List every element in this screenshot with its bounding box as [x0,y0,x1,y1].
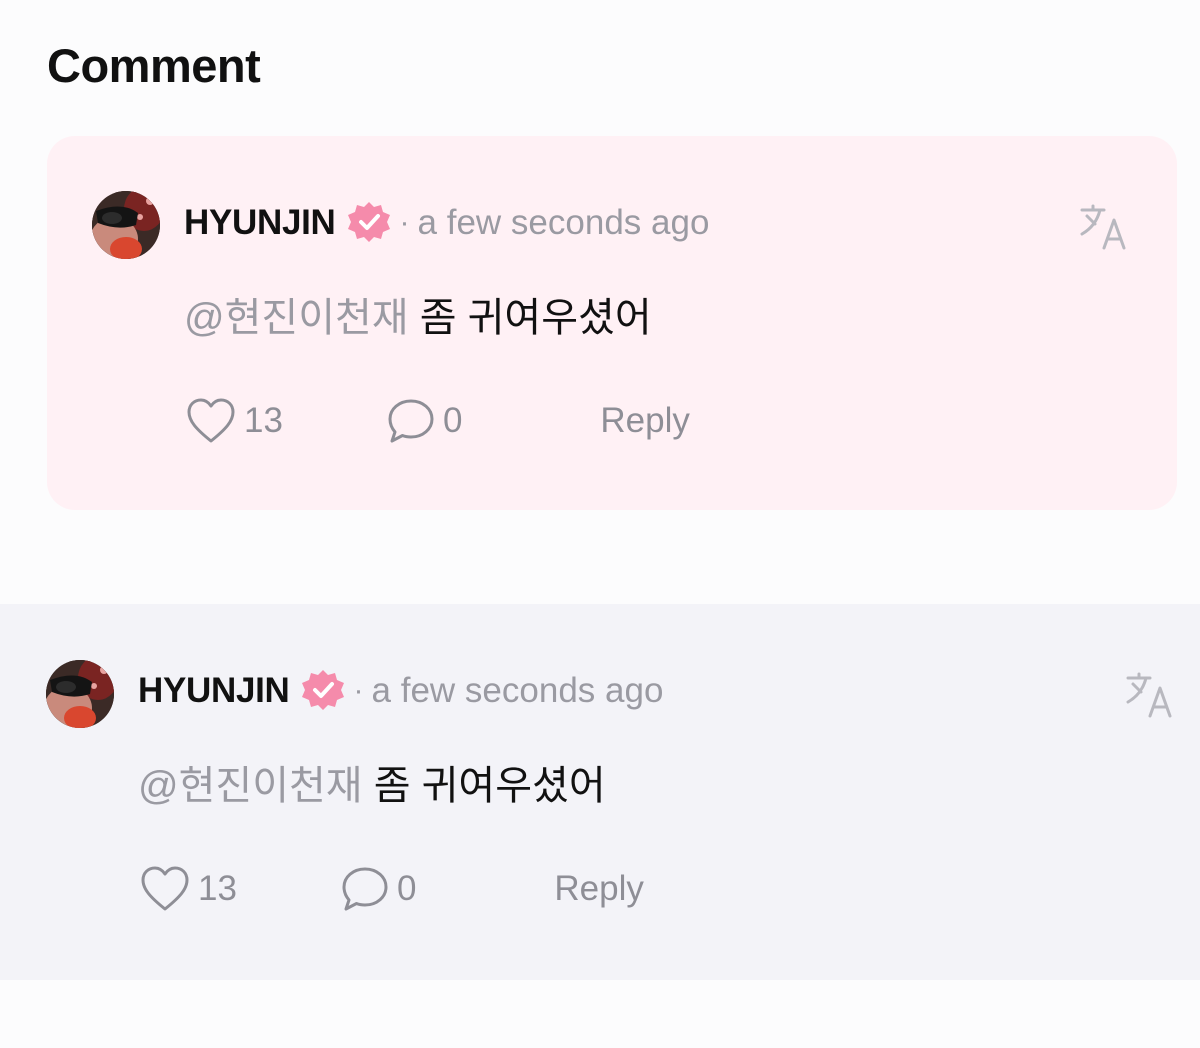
verified-badge-icon [300,668,346,714]
avatar[interactable] [46,660,114,728]
comment-timestamp: a few seconds ago [371,671,664,710]
author-name[interactable]: HYUNJIN [184,203,336,243]
translate-icon[interactable] [1124,670,1174,720]
meta-separator: · [399,206,410,239]
comment-body: @현진이천재 좀 귀여우셨어 [138,753,606,811]
reply-count: 0 [442,401,463,440]
meta-separator: · [353,674,364,707]
reply-button[interactable]: Reply [554,869,643,909]
mention-link[interactable]: @현진이천재 [184,296,409,340]
speech-bubble-icon [388,399,434,443]
heart-icon [141,866,189,911]
comment-timestamp: a few seconds ago [417,203,710,242]
page-title: Comment [47,39,261,92]
mention-link[interactable]: @현진이천재 [138,764,363,808]
like-count: 13 [198,869,237,908]
comment-meta: HYUNJIN · a few seconds ago [138,668,663,714]
reply-count: 0 [396,869,417,908]
comment-body: @현진이천재 좀 귀여우셨어 [184,285,652,343]
comment-actions: 13 0 Reply [186,397,690,445]
comment-meta: HYUNJIN · a few seconds ago [184,200,709,246]
like-button[interactable]: 13 [186,397,283,445]
like-count: 13 [244,401,283,440]
comment-page: Comment HYUNJIN · a few seconds ago @현진이… [0,0,1200,1048]
comment-actions: 13 0 Reply [140,865,644,913]
comment-count-button[interactable]: 0 [387,397,462,445]
comment-text: 좀 귀여우셨어 [408,296,652,340]
like-button[interactable]: 13 [140,865,237,913]
verified-badge-icon [346,200,392,246]
comment-text: 좀 귀여우셨어 [362,764,606,808]
author-name[interactable]: HYUNJIN [138,671,290,711]
comment-count-button[interactable]: 0 [341,865,416,913]
reply-button[interactable]: Reply [600,401,689,441]
speech-bubble-icon [342,867,388,911]
avatar[interactable] [92,191,160,259]
avatar-image [92,191,160,259]
avatar-image [46,660,114,728]
heart-icon [187,398,235,443]
translate-icon[interactable] [1078,202,1128,252]
